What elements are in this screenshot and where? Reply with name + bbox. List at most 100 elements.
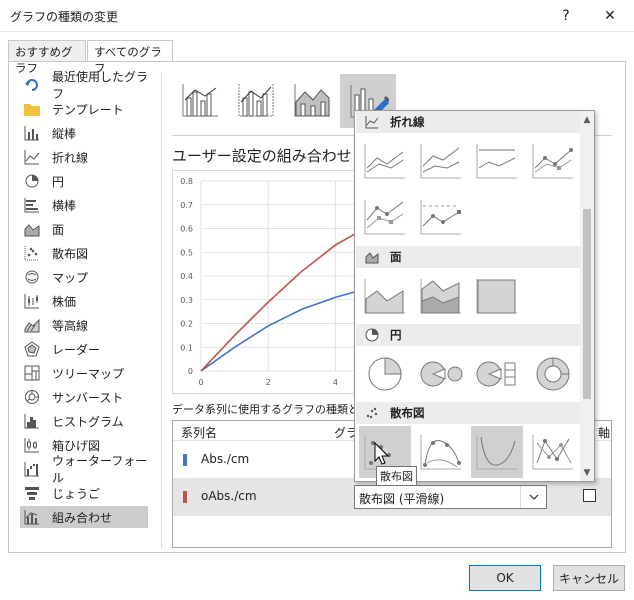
sidebar-item-label: 等高線 [52,318,89,333]
radar-chart-icon [24,341,40,357]
scroll-down-icon[interactable]: ▼ [580,466,594,480]
y-tick-label: 0.3 [180,296,193,305]
dd-stacked-line[interactable] [415,135,467,187]
ok-button[interactable]: OK [469,565,541,591]
line-chart-icon [364,114,380,130]
dd-area[interactable] [359,270,411,322]
sidebar-item-label: 株価 [52,294,77,309]
y-tick-label: 0 [188,367,193,376]
preview-title: ユーザー設定の組み合わせ [172,147,352,165]
dd-pie[interactable] [359,348,411,400]
histogram-chart-icon [24,413,40,429]
chart-type-value: 散布図 (平滑線) [359,492,445,506]
sidebar-item-recent[interactable]: 最近使用したグラフ [20,70,148,101]
combo-subtype-2[interactable] [234,74,278,128]
dd-stacked-area[interactable] [415,270,467,322]
window-title: グラフの種類の変更 [10,10,119,24]
mouse-cursor-icon [374,441,392,469]
dd-scatter-smooth-markers[interactable] [415,426,467,478]
series-line-2 [200,225,370,372]
dd-scatter-straight-markers[interactable] [527,426,579,478]
tab-all-charts[interactable]: すべてのグラフ [87,40,173,75]
sidebar-item-stock[interactable]: 株価 [20,290,148,312]
dd-100-line[interactable] [471,135,523,187]
dropdown-section-label: 折れ線 [390,115,425,129]
map-chart-icon [24,269,40,285]
sidebar-item-funnel[interactable]: じょうご [20,482,148,504]
sidebar-item-surface[interactable]: 等高線 [20,314,148,336]
y-tick-label: 0.4 [180,272,193,281]
tab-recommended[interactable]: おすすめグラフ [8,40,86,75]
sidebar-item-label: ウォーターフォール [52,454,148,485]
scroll-up-icon[interactable]: ▲ [580,113,594,127]
dd-pie-of-pie[interactable] [415,348,467,400]
help-button[interactable]: ? [556,6,576,26]
sidebar-item-label: じょうご [52,486,101,501]
sidebar-item-histogram[interactable]: ヒストグラム [20,410,148,432]
sidebar-item-treemap[interactable]: ツリーマップ [20,362,148,384]
combo-clustered-line-icon [181,82,219,121]
sidebar-item-map[interactable]: マップ [20,266,148,288]
dropdown-section-pie: 円 [356,324,581,346]
dd-100-area[interactable] [471,270,523,322]
dd-stacked-line-markers[interactable] [359,191,411,243]
sidebar-item-combo[interactable]: 組み合わせ [20,506,148,528]
stock-chart-icon [24,293,40,309]
sidebar-item-bar[interactable]: 横棒 [20,194,148,216]
col-secondary-axis: 軸 [598,426,611,440]
recent-icon [24,77,40,93]
dd-line-markers[interactable] [527,135,579,187]
sidebar-item-waterfall[interactable]: ウォーターフォール [20,454,148,485]
dropdown-section-label: 円 [390,328,402,342]
sunburst-chart-icon [24,389,40,405]
sidebar-item-label: 横棒 [52,198,77,213]
chart-type-select[interactable]: 散布図 (平滑線) [354,485,547,509]
y-tick-label: 0.5 [180,248,193,257]
dd-line[interactable] [359,135,411,187]
combo-subtype-1[interactable] [178,74,222,128]
column-chart-icon [24,125,40,141]
sidebar-item-label: 箱ひげ図 [52,438,101,453]
sidebar-item-templates[interactable]: テンプレート [20,98,148,120]
combo-subtype-3[interactable] [290,74,334,128]
sidebar-item-label: テンプレート [52,102,124,117]
dd-scatter-smooth[interactable] [471,426,523,478]
dd-doughnut[interactable] [527,348,579,400]
dd-100-line-markers[interactable] [415,191,467,243]
sidebar-item-area[interactable]: 面 [20,218,148,240]
close-button[interactable]: ✕ [600,6,620,26]
scatter-chart-icon [364,405,380,421]
sidebar-item-pie[interactable]: 円 [20,170,148,192]
sidebar-item-label: マップ [52,270,89,285]
dropdown-scrollbar[interactable]: ▲ ▼ [580,111,594,481]
sidebar-item-line[interactable]: 折れ線 [20,146,148,168]
sidebar-item-label: ヒストグラム [52,414,124,429]
sidebar-item-label: 縦棒 [52,126,77,141]
title-bar: グラフの種類の変更 ? ✕ [0,0,634,32]
funnel-chart-icon [24,485,40,501]
y-tick-label: 0.8 [180,177,193,186]
sidebar-item-scatter[interactable]: 散布図 [20,242,148,264]
series-line-1 [200,287,370,372]
sidebar-item-label: レーダー [52,342,101,357]
dropdown-section-label: 散布図 [390,406,425,420]
series-name: Abs./cm [201,452,250,466]
chevron-down-icon[interactable] [520,486,546,508]
sidebar-item-column[interactable]: 縦棒 [20,122,148,144]
sidebar-item-sunburst[interactable]: サンバースト [20,386,148,408]
sidebar-item-label: 最近使用したグラフ [52,70,149,101]
series-name: oAbs./cm [201,489,257,503]
x-tick-label: 4 [333,378,338,387]
surface-chart-icon [24,317,40,333]
area-chart-icon [24,221,40,237]
secondary-axis-checkbox[interactable] [583,489,596,502]
sidebar-item-label: サンバースト [52,390,124,405]
cancel-button[interactable]: キャンセル [553,565,625,591]
scatter-chart-icon [24,245,40,261]
sidebar-item-label: 組み合わせ [52,510,113,525]
sidebar-item-radar[interactable]: レーダー [20,338,148,360]
scrollbar-thumb[interactable] [583,209,591,399]
y-tick-label: 0.6 [180,225,193,234]
dropdown-section-label: 面 [390,250,402,264]
dd-bar-of-pie[interactable] [471,348,523,400]
